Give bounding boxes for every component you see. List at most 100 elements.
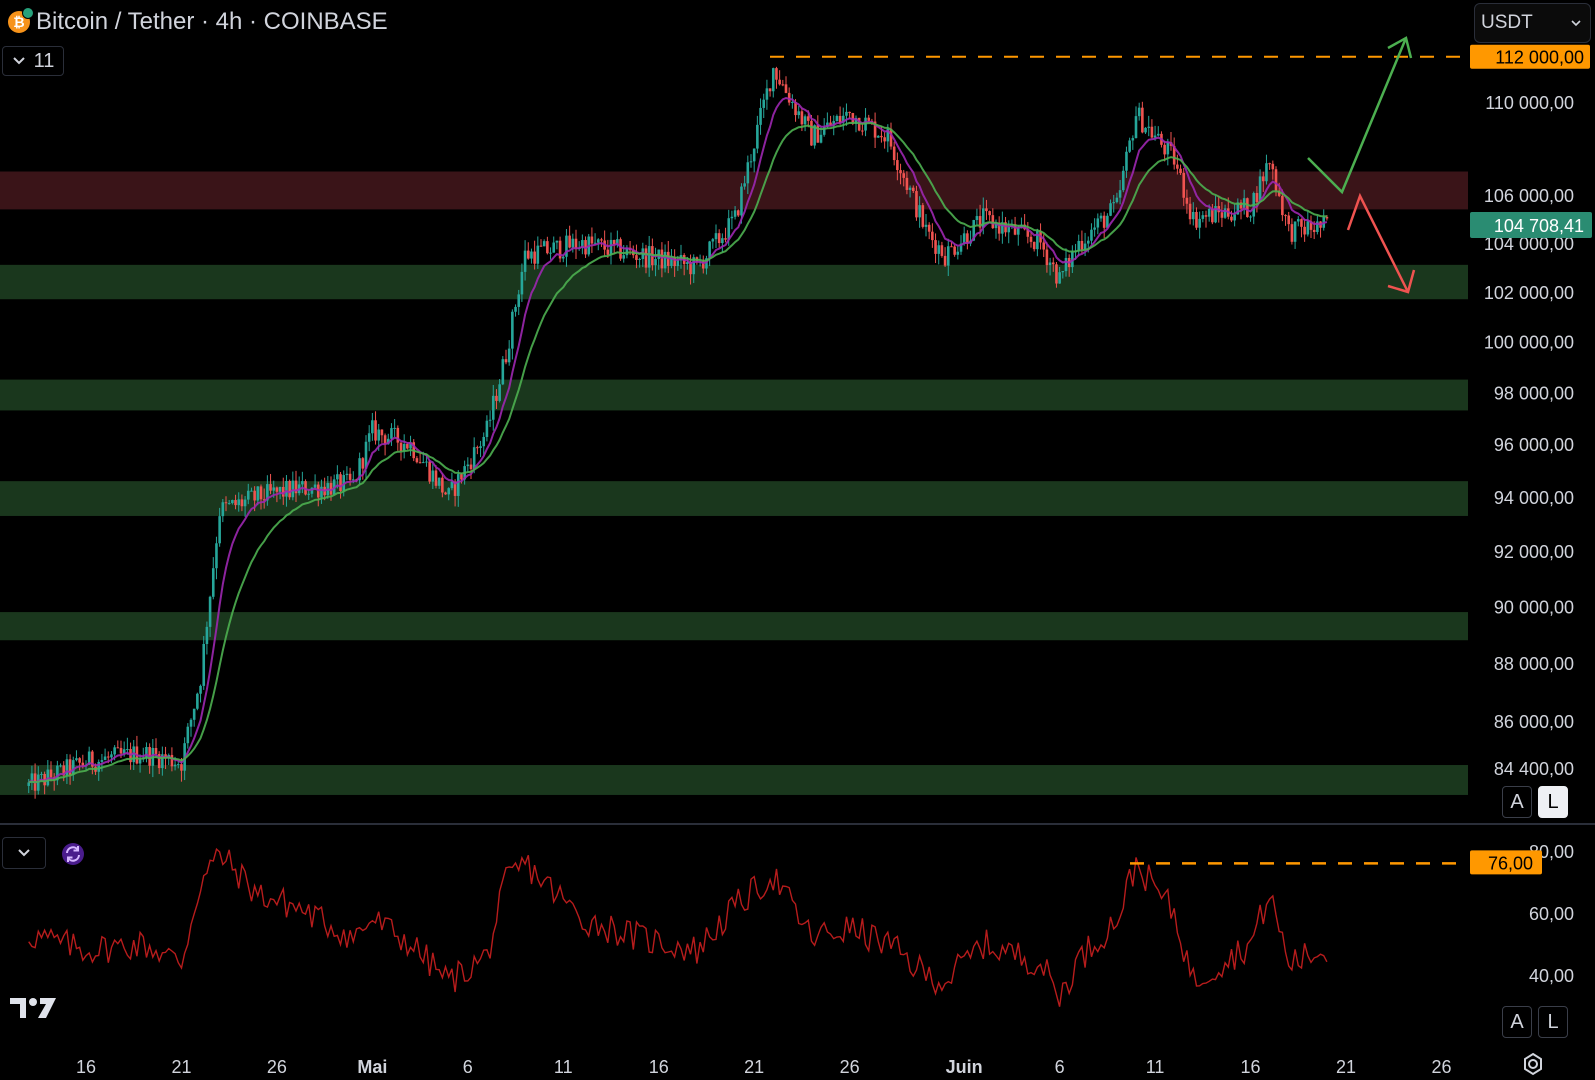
candle-body (835, 115, 839, 122)
candle-body (1153, 135, 1157, 138)
price-axis-label: 102 000,00 (1484, 283, 1574, 303)
candle-body (1144, 127, 1147, 133)
candle-body (1179, 168, 1182, 173)
currency-select[interactable]: USDT (1474, 3, 1591, 43)
candle-body (717, 233, 721, 244)
candle-body (374, 420, 377, 441)
bullish-scenario-arrow[interactable] (1307, 37, 1408, 195)
tradingview-logo-icon (10, 998, 56, 1018)
candle-body (937, 245, 941, 254)
sync-icon[interactable] (60, 841, 86, 867)
candle-body (1121, 170, 1125, 191)
time-axis-label: 21 (1336, 1057, 1356, 1077)
rsi-axis-label: 40,00 (1529, 966, 1574, 986)
candle-body (1230, 216, 1233, 221)
candle-body (472, 447, 476, 470)
candle-body (371, 420, 374, 434)
candle-body (803, 116, 807, 125)
price-axis-label: 110 000,00 (1485, 93, 1574, 113)
candle-body (752, 148, 756, 162)
chevron-down-icon (1571, 20, 1581, 27)
log-scale-button[interactable]: L (1538, 786, 1568, 818)
candle-body (784, 84, 788, 93)
auto-scale-button[interactable]: A (1502, 786, 1532, 818)
rsi-pane-toggle-button[interactable] (2, 837, 46, 869)
candle-body (740, 186, 743, 216)
candle-body (676, 260, 680, 267)
candle-body (800, 111, 804, 125)
support-zone-1 (0, 264, 1468, 300)
time-axis-label: 16 (649, 1057, 669, 1077)
candle-body (848, 111, 851, 114)
candle-body (988, 211, 991, 216)
candle-body (428, 461, 431, 482)
candle-body (1268, 163, 1271, 165)
candle-body (189, 719, 193, 727)
candle-body (1007, 226, 1011, 233)
candle-body (377, 429, 381, 441)
candle-body (367, 433, 371, 442)
symbol-title[interactable]: ₿ Bitcoin / Tether · 4h · COINBASE (8, 7, 388, 36)
bitcoin-icon: ₿ (8, 7, 34, 33)
candle-body (791, 101, 794, 103)
candle-body (466, 464, 470, 467)
candle-body (530, 251, 533, 259)
candle-body (275, 487, 279, 492)
candle-body (100, 760, 104, 762)
candle-body (418, 462, 422, 464)
candle-body (975, 216, 979, 221)
candle-body (495, 395, 498, 401)
candle-body (1042, 242, 1046, 250)
candle-body (199, 685, 202, 694)
candle-body (224, 502, 228, 504)
candle-body (460, 474, 463, 480)
candle-body (899, 170, 902, 174)
candle-body (1064, 257, 1068, 272)
candle-body (399, 442, 403, 452)
time-axis-label: 11 (554, 1057, 573, 1077)
candle-body (240, 499, 244, 507)
candle-body (138, 759, 142, 764)
candle-body (711, 239, 715, 242)
candle-body (861, 130, 864, 132)
candle-body (106, 756, 110, 758)
candle-body (730, 216, 734, 219)
candle-body (71, 760, 75, 775)
settings-icon[interactable] (1520, 1051, 1546, 1077)
price-axis-label: 92 000,00 (1494, 542, 1574, 562)
candle-body (931, 231, 934, 241)
candle-body (491, 395, 495, 420)
candle-body (285, 480, 288, 497)
candle-body (902, 173, 906, 178)
candle-body (806, 116, 810, 121)
rsi-log-scale-button[interactable]: L (1538, 1006, 1568, 1038)
candle-body (943, 255, 947, 266)
candle-body (1137, 107, 1141, 117)
candle-body (218, 516, 221, 544)
candle-body (1112, 202, 1116, 204)
candle-body (622, 255, 626, 259)
candle-body (126, 749, 129, 751)
indicators-toggle-button[interactable]: 11 (2, 46, 64, 76)
time-axis-label: 16 (76, 1057, 96, 1077)
candle-body (606, 249, 610, 255)
candle-body (819, 134, 823, 143)
candle-body (380, 429, 384, 436)
price-chart[interactable]: 110 000,00106 000,00104 000,00102 000,00… (0, 0, 1595, 1080)
price-axis-label: 88 000,00 (1494, 654, 1574, 674)
candle-body (1306, 221, 1310, 235)
support-zone-3 (0, 481, 1468, 516)
candle-body (927, 224, 931, 232)
candle-body (1281, 195, 1284, 216)
rsi-auto-scale-button[interactable]: A (1502, 1006, 1532, 1038)
candle-body (243, 499, 247, 507)
candle-body (49, 769, 53, 778)
candle-body (1118, 190, 1122, 198)
candle-body (498, 384, 501, 401)
candle-body (797, 111, 801, 116)
candle-body (1090, 229, 1093, 241)
candle-body (237, 499, 241, 506)
candle-body (173, 764, 177, 767)
candle-body (320, 486, 323, 498)
candle-body (1211, 209, 1214, 223)
